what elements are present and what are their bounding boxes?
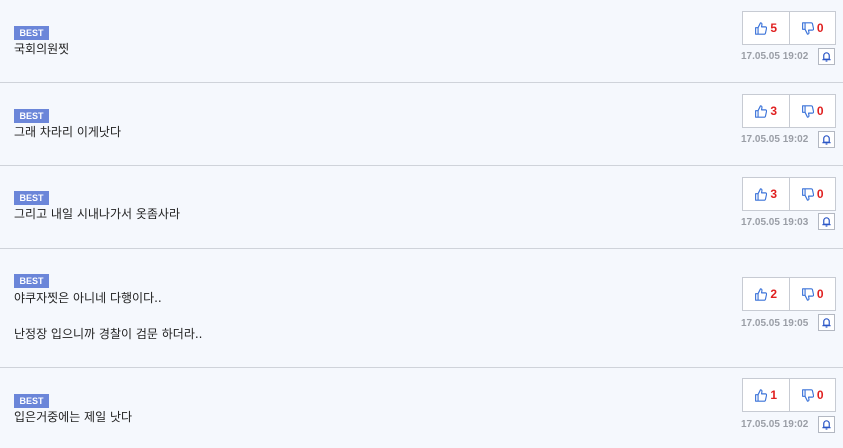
comment-text: 국회의원찟 — [14, 42, 70, 56]
comment-date: 17.05.05 19:05 — [741, 318, 809, 329]
comment-date: 17.05.05 19:02 — [741, 134, 809, 145]
downvote-button[interactable]: 0 — [788, 379, 836, 411]
upvote-button[interactable]: 5 — [743, 12, 789, 44]
comment-text: 난정장 입으니까 경찰이 검문 하더라.. — [14, 327, 203, 341]
comment-date: 17.05.05 19:02 — [741, 51, 809, 62]
vote-box: 5 0 — [742, 11, 836, 45]
vote-box: 1 0 — [742, 378, 836, 412]
report-button[interactable] — [818, 314, 835, 331]
vote-box: 3 0 — [742, 177, 836, 211]
comment-item: BEST 그래 차라리 이게낫다 3 0 17.05.05 19:02 — [0, 83, 843, 166]
downvote-button[interactable]: 0 — [788, 12, 836, 44]
best-badge: BEST — [14, 26, 49, 40]
downvote-count: 0 — [816, 388, 824, 402]
bell-icon — [822, 52, 831, 62]
thumbs-up-icon — [755, 21, 768, 35]
comment-date: 17.05.05 19:03 — [741, 217, 809, 228]
downvote-count: 0 — [816, 287, 824, 301]
upvote-button[interactable]: 2 — [743, 278, 789, 310]
thumbs-down-icon — [801, 187, 814, 201]
thumbs-down-icon — [801, 104, 814, 118]
upvote-count: 5 — [770, 21, 778, 35]
downvote-count: 0 — [816, 104, 824, 118]
upvote-count: 3 — [770, 187, 778, 201]
downvote-count: 0 — [816, 187, 824, 201]
bell-icon — [822, 318, 831, 328]
best-badge: BEST — [14, 191, 49, 205]
best-badge: BEST — [14, 109, 49, 123]
comment-item: BEST 국회의원찟 5 0 17.05.05 19:02 — [0, 0, 843, 83]
vote-box: 3 0 — [742, 94, 836, 128]
bell-icon — [822, 217, 831, 227]
upvote-count: 3 — [770, 104, 778, 118]
report-button[interactable] — [818, 416, 835, 433]
vote-box: 2 0 — [742, 277, 836, 311]
upvote-button[interactable]: 3 — [743, 178, 789, 210]
report-button[interactable] — [818, 213, 835, 230]
best-badge: BEST — [14, 274, 49, 288]
downvote-button[interactable]: 0 — [788, 278, 836, 310]
upvote-button[interactable]: 3 — [743, 95, 789, 127]
report-button[interactable] — [818, 48, 835, 65]
thumbs-down-icon — [801, 287, 814, 301]
thumbs-up-icon — [755, 104, 768, 118]
comment-item: BEST 그리고 내일 시내나가서 옷좀사라 3 0 17.05.05 19:0… — [0, 166, 843, 249]
downvote-button[interactable]: 0 — [788, 178, 836, 210]
comment-item: BEST 야쿠자찟은 아니네 다행이다.. 난정장 입으니까 경찰이 검문 하더… — [0, 249, 843, 368]
report-button[interactable] — [818, 131, 835, 148]
best-badge: BEST — [14, 394, 49, 408]
upvote-count: 2 — [770, 287, 778, 301]
comment-item: BEST 입은거중에는 제일 낫다 1 0 17.05.05 19:02 — [0, 368, 843, 448]
comment-text: 야쿠자찟은 아니네 다행이다.. — [14, 291, 162, 305]
comment-text: 그리고 내일 시내나가서 옷좀사라 — [14, 207, 181, 221]
bell-icon — [822, 420, 831, 430]
upvote-count: 1 — [770, 388, 778, 402]
thumbs-down-icon — [801, 388, 814, 402]
upvote-button[interactable]: 1 — [743, 379, 789, 411]
thumbs-up-icon — [755, 388, 768, 402]
comment-text: 입은거중에는 제일 낫다 — [14, 410, 133, 424]
downvote-count: 0 — [816, 21, 824, 35]
bell-icon — [822, 135, 831, 145]
thumbs-up-icon — [755, 187, 768, 201]
thumbs-up-icon — [755, 287, 768, 301]
downvote-button[interactable]: 0 — [788, 95, 836, 127]
comment-date: 17.05.05 19:02 — [741, 419, 809, 430]
thumbs-down-icon — [801, 21, 814, 35]
comment-text: 그래 차라리 이게낫다 — [14, 125, 121, 139]
